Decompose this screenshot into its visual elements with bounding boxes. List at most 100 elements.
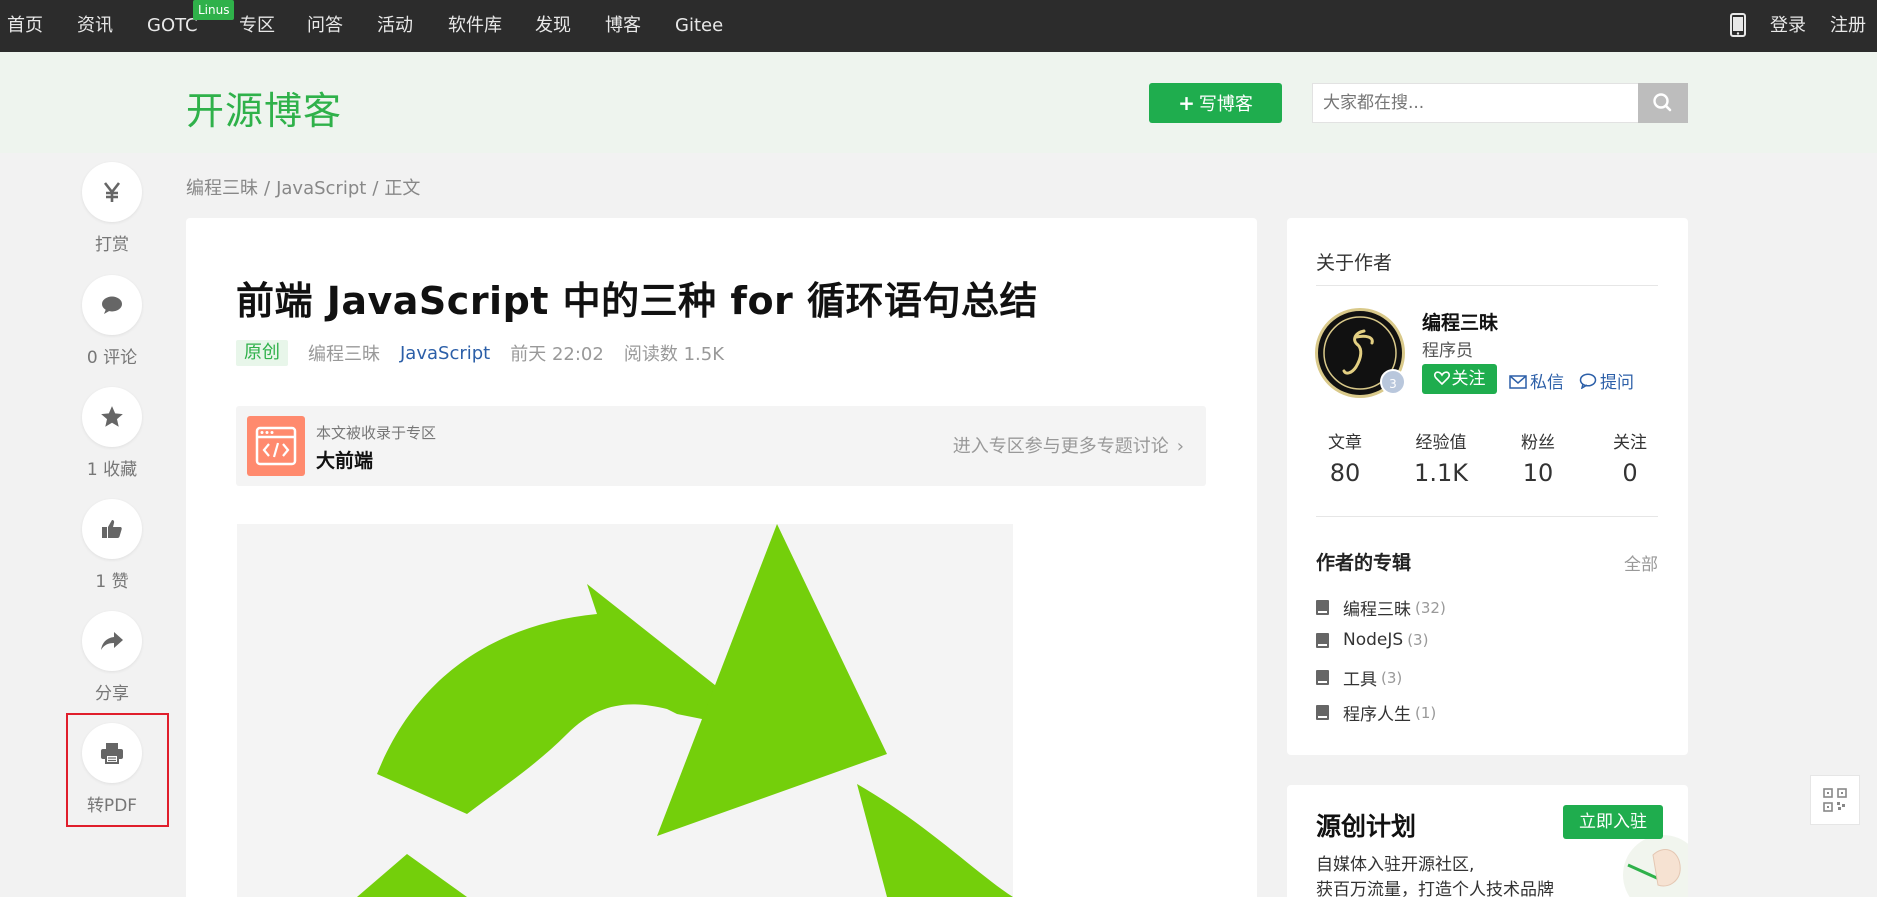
nav-events[interactable]: 活动 <box>377 0 413 52</box>
reward-action[interactable]: 打赏 <box>82 162 142 255</box>
collection-item[interactable]: NodeJS (3) <box>1316 630 1428 650</box>
nav-software[interactable]: 软件库 <box>448 0 502 52</box>
breadcrumb-separator: / <box>264 178 271 199</box>
share-arrow-icon <box>82 611 142 671</box>
collection-count: (1) <box>1415 703 1437 722</box>
nav-news[interactable]: 资讯 <box>77 0 113 52</box>
heart-icon <box>1433 371 1450 386</box>
plan-description: 自媒体入驻开源社区, 获百万流量，打造个人技术品牌 <box>1316 853 1554 897</box>
collection-name: NodeJS <box>1343 630 1404 650</box>
zone-subtitle: 本文被收录于专区 <box>316 424 437 442</box>
original-tag: 原创 <box>236 340 288 366</box>
ask-label: 提问 <box>1600 373 1634 393</box>
article-category[interactable]: JavaScript <box>400 343 490 364</box>
write-blog-button[interactable]: + 写博客 <box>1149 83 1282 123</box>
collections-title: 作者的专辑 <box>1316 552 1412 574</box>
collection-item[interactable]: 程序人生 (1) <box>1316 700 1436 725</box>
stat-label: 粉丝 <box>1521 433 1555 453</box>
nav-blog[interactable]: 博客 <box>605 0 641 52</box>
breadcrumb: 编程三昧 / JavaScript / 正文 <box>186 174 420 200</box>
book-icon <box>1316 705 1329 720</box>
search-input[interactable] <box>1312 83 1638 123</box>
collections-all-link[interactable]: 全部 <box>1624 550 1658 575</box>
article-author[interactable]: 编程三昧 <box>308 340 380 366</box>
stat-articles[interactable]: 文章 80 <box>1305 428 1385 487</box>
blog-header: 开源博客 + 写博客 <box>0 52 1877 153</box>
plan-desc-line: 获百万流量，打造个人技术品牌 <box>1316 880 1554 897</box>
nav-qa[interactable]: 问答 <box>307 0 343 52</box>
breadcrumb-category[interactable]: JavaScript <box>276 178 366 199</box>
zone-link-label: 进入专区参与更多专题讨论 <box>952 436 1169 457</box>
yen-icon <box>82 162 142 222</box>
collection-item[interactable]: 编程三昧 (32) <box>1316 595 1446 620</box>
author-role: 程序员 <box>1422 341 1473 361</box>
mail-icon <box>1509 375 1527 389</box>
zone-link[interactable]: 进入专区参与更多专题讨论 › <box>953 432 1184 458</box>
stat-value: 1.1K <box>1414 459 1468 487</box>
stat-label: 关注 <box>1613 433 1647 453</box>
collection-name: 程序人生 <box>1343 705 1411 725</box>
search-icon <box>1653 93 1672 112</box>
register-link[interactable]: 注册 <box>1830 0 1866 52</box>
author-card: 关于作者 3 编程三昧 程序员 关注 私信 提问 文章 80 经验值 1.1K … <box>1287 218 1688 755</box>
top-navbar: 首页 资讯 GOTC Linus 专区 问答 活动 软件库 发现 博客 Gite… <box>0 0 1877 52</box>
qr-code-button[interactable] <box>1810 775 1860 825</box>
share-action[interactable]: 分享 <box>82 611 142 704</box>
author-name[interactable]: 编程三昧 <box>1422 308 1498 335</box>
nav-gitee[interactable]: Gitee <box>675 0 723 52</box>
favorite-action[interactable]: 1 收藏 <box>82 387 142 480</box>
private-message-link[interactable]: 私信 <box>1509 368 1564 393</box>
book-icon <box>1316 632 1329 648</box>
collection-count: (3) <box>1407 631 1429 649</box>
follow-button[interactable]: 关注 <box>1422 364 1497 394</box>
speech-bubble-icon <box>1579 373 1597 390</box>
plan-title: 源创计划 <box>1316 812 1417 841</box>
stat-following[interactable]: 关注 0 <box>1590 428 1670 487</box>
original-plan-card: 源创计划 立即入驻 自媒体入驻开源社区, 获百万流量，打造个人技术品牌 <box>1287 785 1688 897</box>
level-badge: 3 <box>1380 369 1406 395</box>
breadcrumb-separator: / <box>372 178 379 199</box>
stat-value: 10 <box>1522 459 1554 487</box>
ask-question-link[interactable]: 提问 <box>1579 368 1634 393</box>
nav-gotc[interactable]: GOTC <box>147 0 198 52</box>
nav-discover[interactable]: 发现 <box>535 0 571 52</box>
code-window-icon <box>247 416 305 476</box>
thumbs-up-icon <box>82 499 142 559</box>
like-count: 1 赞 <box>95 572 129 592</box>
join-now-button[interactable]: 立即入驻 <box>1563 805 1663 839</box>
comment-count: 0 评论 <box>86 348 138 368</box>
share-label: 分享 <box>95 684 129 704</box>
article-reads: 阅读数 1.5K <box>623 344 724 365</box>
nav-home[interactable]: 首页 <box>7 0 43 52</box>
book-icon <box>1316 600 1329 615</box>
collection-count: (32) <box>1415 598 1446 617</box>
mobile-phone-icon[interactable] <box>1730 13 1746 37</box>
comment-action[interactable]: 0 评论 <box>82 275 142 368</box>
collection-name: 编程三昧 <box>1343 600 1411 620</box>
plan-illustration <box>1623 835 1688 897</box>
like-action[interactable]: 1 赞 <box>82 499 142 592</box>
article-time: 前天 22:02 <box>510 344 604 365</box>
zone-banner[interactable]: 本文被收录于专区 大前端 进入专区参与更多专题讨论 › <box>236 406 1206 486</box>
nav-zone[interactable]: 专区 <box>239 0 275 52</box>
collection-name: 工具 <box>1343 670 1377 690</box>
message-label: 私信 <box>1530 373 1564 393</box>
write-blog-label: 写博客 <box>1198 94 1253 115</box>
star-icon <box>82 387 142 447</box>
stat-value: 80 <box>1329 459 1361 487</box>
collection-count: (3) <box>1381 668 1403 687</box>
stat-label: 经验值 <box>1415 433 1467 453</box>
reward-label: 打赏 <box>95 235 129 255</box>
brand-logo[interactable]: 开源博客 <box>186 80 342 135</box>
favorite-count: 1 收藏 <box>86 460 138 480</box>
stat-experience[interactable]: 经验值 1.1K <box>1401 428 1481 487</box>
article-title: 前端 JavaScript 中的三种 for 循环语句总结 <box>236 279 1039 323</box>
breadcrumb-author[interactable]: 编程三昧 <box>186 178 258 199</box>
collection-item[interactable]: 工具 (3) <box>1316 665 1402 690</box>
search-button[interactable] <box>1638 83 1688 123</box>
plan-desc-line: 自媒体入驻开源社区, <box>1316 855 1475 875</box>
chevron-right-icon: › <box>1176 436 1184 457</box>
login-link[interactable]: 登录 <box>1770 0 1806 52</box>
zone-name: 大前端 <box>316 450 374 472</box>
stat-fans[interactable]: 粉丝 10 <box>1498 428 1578 487</box>
